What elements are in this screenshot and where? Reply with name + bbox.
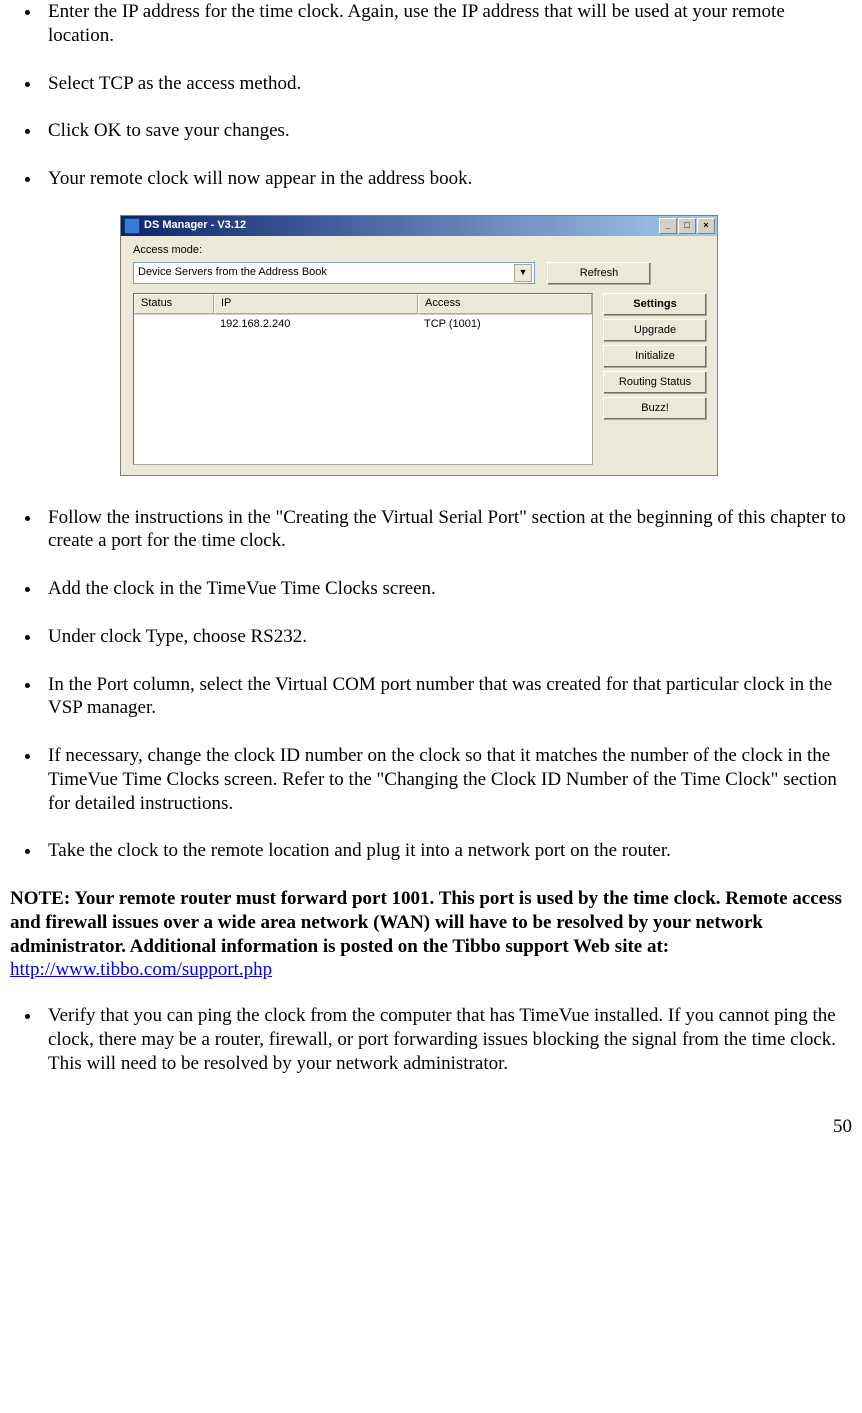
table-row[interactable]: 192.168.2.240 TCP (1001): [134, 315, 592, 335]
page-number: 50: [10, 1115, 852, 1139]
screenshot-figure: DS Manager - V3.12 _ □ × Access mode: De…: [120, 215, 852, 476]
maximize-button[interactable]: □: [678, 218, 696, 234]
settings-button[interactable]: Settings: [603, 293, 707, 316]
bullet-item: Under clock Type, choose RS232.: [42, 625, 852, 649]
bullet-item: Verify that you can ping the clock from …: [42, 1004, 852, 1075]
minimize-button[interactable]: _: [659, 218, 677, 234]
note-text: NOTE: Your remote router must forward po…: [10, 888, 842, 957]
upgrade-button[interactable]: Upgrade: [603, 319, 707, 342]
ds-manager-window: DS Manager - V3.12 _ □ × Access mode: De…: [120, 215, 718, 476]
access-mode-dropdown[interactable]: Device Servers from the Address Book ▼: [133, 262, 535, 284]
access-mode-label: Access mode:: [133, 244, 211, 258]
col-access[interactable]: Access: [418, 294, 592, 314]
buzz-button[interactable]: Buzz!: [603, 397, 707, 420]
col-status[interactable]: Status: [134, 294, 214, 314]
refresh-button[interactable]: Refresh: [547, 262, 651, 285]
title-bar: DS Manager - V3.12 _ □ ×: [121, 216, 717, 236]
bullet-item: Your remote clock will now appear in the…: [42, 167, 852, 191]
bullet-item: If necessary, change the clock ID number…: [42, 744, 852, 815]
bullet-item: Enter the IP address for the time clock.…: [42, 0, 852, 48]
app-icon: [124, 218, 140, 234]
bullet-list-mid: Follow the instructions in the "Creating…: [10, 506, 852, 864]
window-title: DS Manager - V3.12: [144, 219, 659, 233]
note-paragraph: NOTE: Your remote router must forward po…: [10, 887, 852, 982]
bullet-item: Add the clock in the TimeVue Time Clocks…: [42, 577, 852, 601]
bullet-item: Click OK to save your changes.: [42, 119, 852, 143]
tibbo-support-link[interactable]: http://www.tibbo.com/support.php: [10, 959, 272, 980]
routing-status-button[interactable]: Routing Status: [603, 371, 707, 394]
initialize-button[interactable]: Initialize: [603, 345, 707, 368]
bullet-item: Take the clock to the remote location an…: [42, 839, 852, 863]
col-ip[interactable]: IP: [214, 294, 418, 314]
cell-ip: 192.168.2.240: [214, 317, 418, 333]
bullet-list-top: Enter the IP address for the time clock.…: [10, 0, 852, 191]
bullet-list-bottom: Verify that you can ping the clock from …: [10, 1004, 852, 1075]
cell-status: [134, 317, 214, 333]
device-list[interactable]: Status IP Access 192.168.2.240 TCP (1001…: [133, 293, 593, 465]
chevron-down-icon[interactable]: ▼: [514, 264, 532, 282]
bullet-item: In the Port column, select the Virtual C…: [42, 673, 852, 721]
close-button[interactable]: ×: [697, 218, 715, 234]
bullet-item: Follow the instructions in the "Creating…: [42, 506, 852, 554]
bullet-item: Select TCP as the access method.: [42, 72, 852, 96]
cell-access: TCP (1001): [418, 317, 592, 333]
dropdown-value: Device Servers from the Address Book: [138, 266, 514, 280]
